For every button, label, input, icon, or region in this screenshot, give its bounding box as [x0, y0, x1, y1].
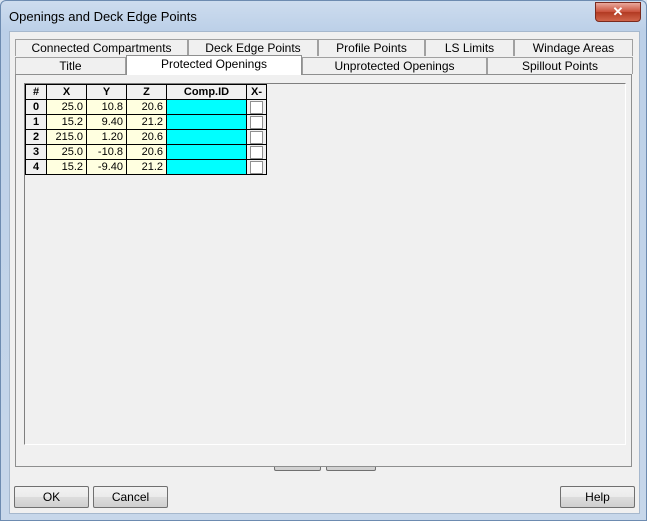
col-header-x-flag: X-	[246, 84, 267, 100]
cell-comp-id[interactable]	[166, 159, 247, 175]
cell-x-flag	[246, 144, 267, 160]
cell-x[interactable]: 25.0	[46, 99, 87, 115]
col-header-z: Z	[126, 84, 167, 100]
cell-z[interactable]: 20.6	[126, 99, 167, 115]
close-icon: ✕	[612, 4, 624, 19]
close-button[interactable]: ✕	[595, 2, 641, 22]
table-row: 3 25.0 -10.8 20.6	[25, 144, 267, 160]
tab-label: LS Limits	[444, 41, 495, 55]
cell-y[interactable]: 10.8	[86, 99, 127, 115]
title-bar[interactable]: Openings and Deck Edge Points ✕	[1, 1, 646, 31]
tab-label: Connected Compartments	[31, 41, 172, 55]
tab-label: Profile Points	[336, 41, 407, 55]
cell-comp-id[interactable]	[166, 144, 247, 160]
tab-label: Protected Openings	[160, 57, 268, 71]
cell-z[interactable]: 20.6	[126, 129, 167, 145]
cell-comp-id[interactable]	[166, 129, 247, 145]
cell-x[interactable]: 25.0	[46, 144, 87, 160]
tab-label: Unprotected Openings	[334, 59, 455, 73]
window-title: Openings and Deck Edge Points	[9, 9, 197, 24]
row-number: 4	[25, 159, 47, 175]
cell-x-flag	[246, 129, 267, 145]
dialog-window: Openings and Deck Edge Points ✕ Connecte…	[0, 0, 647, 521]
table-row: 2 215.0 1.20 20.6	[25, 129, 267, 145]
x-flag-checkbox[interactable]	[250, 145, 263, 159]
grid-header-row: # X Y Z Comp.ID X-	[25, 84, 267, 100]
col-header-index: #	[25, 84, 47, 100]
col-header-x: X	[46, 84, 87, 100]
tab-connected-compartments[interactable]: Connected Compartments	[15, 39, 188, 56]
tab-title[interactable]: Title	[15, 57, 126, 74]
ok-button[interactable]: OK	[14, 486, 89, 508]
row-number: 3	[25, 144, 47, 160]
col-header-y: Y	[86, 84, 127, 100]
openings-grid: # X Y Z Comp.ID X- 0 25.0 10.8 20.6 1 15…	[25, 84, 267, 175]
x-flag-checkbox[interactable]	[250, 130, 263, 144]
cell-x-flag	[246, 99, 267, 115]
row-number: 1	[25, 114, 47, 130]
cancel-button[interactable]: Cancel	[93, 486, 168, 508]
x-flag-checkbox[interactable]	[250, 100, 263, 114]
cell-z[interactable]: 20.6	[126, 144, 167, 160]
cell-y[interactable]: 9.40	[86, 114, 127, 130]
table-row: 4 15.2 -9.40 21.2	[25, 159, 267, 175]
help-button[interactable]: Help	[560, 486, 635, 508]
tab-protected-openings[interactable]: Protected Openings	[126, 55, 302, 75]
tab-label: Deck Edge Points	[205, 41, 301, 55]
row-number: 0	[25, 99, 47, 115]
cell-z[interactable]: 21.2	[126, 159, 167, 175]
dialog-client-area: Connected Compartments Deck Edge Points …	[9, 31, 640, 514]
cell-y[interactable]: -9.40	[86, 159, 127, 175]
cell-x[interactable]: 15.2	[46, 159, 87, 175]
cell-x-flag	[246, 159, 267, 175]
cell-x[interactable]: 15.2	[46, 114, 87, 130]
col-header-comp-id: Comp.ID	[166, 84, 247, 100]
tab-label: Spillout Points	[521, 59, 599, 73]
tab-ls-limits[interactable]: LS Limits	[425, 39, 514, 56]
x-flag-checkbox[interactable]	[250, 115, 263, 129]
row-number: 2	[25, 129, 47, 145]
cell-z[interactable]: 21.2	[126, 114, 167, 130]
openings-grid-area[interactable]: # X Y Z Comp.ID X- 0 25.0 10.8 20.6 1 15…	[24, 83, 626, 445]
tab-unprotected-openings[interactable]: Unprotected Openings	[302, 57, 487, 74]
tab-panel-protected-openings: # X Y Z Comp.ID X- 0 25.0 10.8 20.6 1 15…	[15, 74, 632, 467]
table-row: 1 15.2 9.40 21.2	[25, 114, 267, 130]
cell-y[interactable]: -10.8	[86, 144, 127, 160]
x-flag-checkbox[interactable]	[250, 160, 263, 174]
tab-windage-areas[interactable]: Windage Areas	[514, 39, 633, 56]
tab-profile-points[interactable]: Profile Points	[318, 39, 425, 56]
cell-comp-id[interactable]	[166, 99, 247, 115]
tab-spillout-points[interactable]: Spillout Points	[487, 57, 633, 74]
tab-deck-edge-points[interactable]: Deck Edge Points	[188, 39, 318, 56]
cell-y[interactable]: 1.20	[86, 129, 127, 145]
tab-label: Title	[59, 59, 82, 73]
cell-x[interactable]: 215.0	[46, 129, 87, 145]
cell-comp-id[interactable]	[166, 114, 247, 130]
cell-x-flag	[246, 114, 267, 130]
table-row: 0 25.0 10.8 20.6	[25, 99, 267, 115]
tab-label: Windage Areas	[532, 41, 615, 55]
